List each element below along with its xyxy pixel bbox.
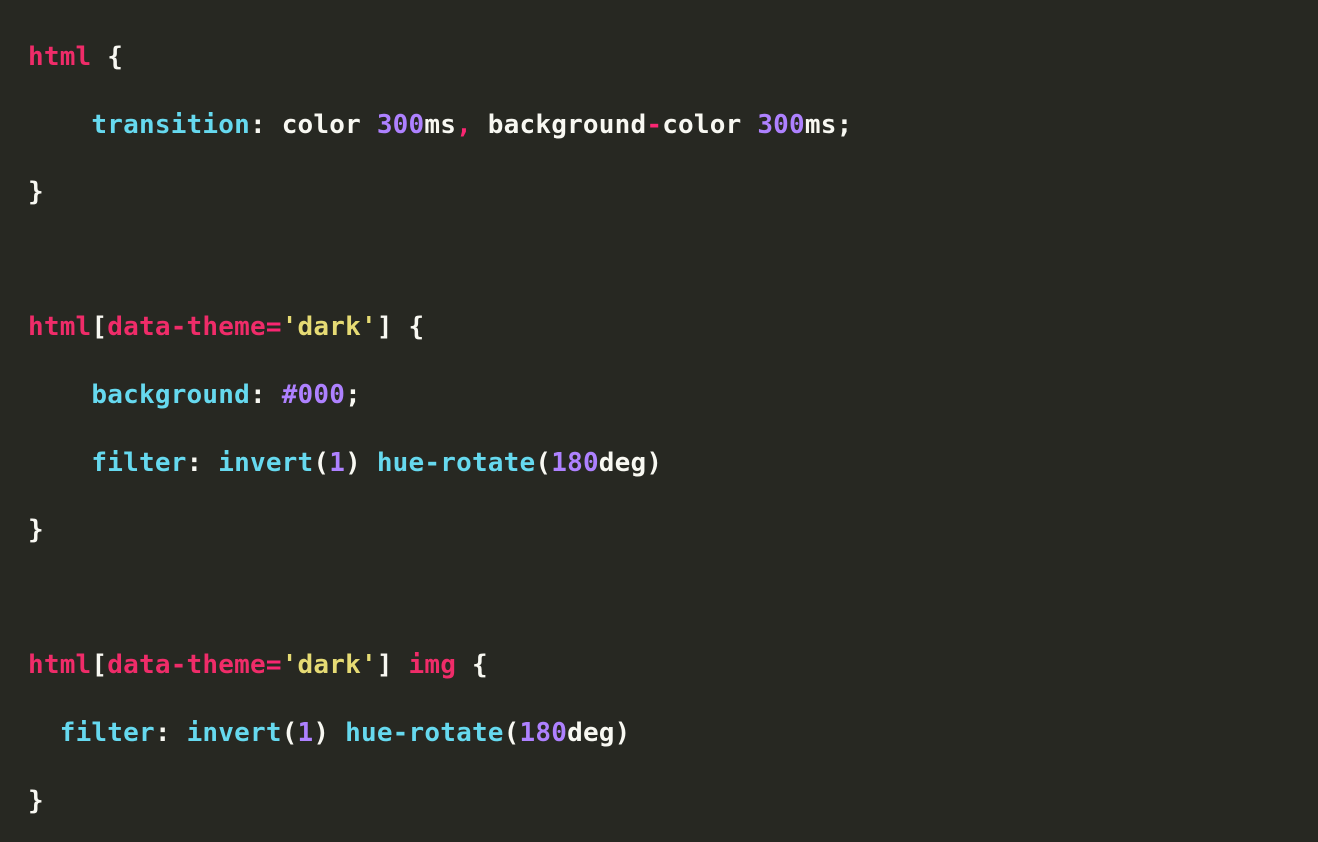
css-declaration: filter: invert(1) hue-rotate(180deg) (28, 448, 662, 478)
css-token-op: = (266, 650, 282, 680)
css-token-number: #000 (282, 380, 345, 410)
open-brace: { (393, 312, 425, 342)
css-token-punc: ( (535, 448, 551, 478)
css-token-plain (361, 448, 377, 478)
css-token-punc: ) (615, 718, 631, 748)
css-token-punc: ( (504, 718, 520, 748)
css-property: background (91, 380, 250, 410)
open-brace: { (91, 42, 123, 72)
css-declaration: background: #000; (28, 380, 361, 410)
css-token-op: = (266, 312, 282, 342)
css-token-plain: deg (567, 718, 615, 748)
open-brace: { (456, 650, 488, 680)
css-property: filter (60, 718, 155, 748)
css-token-punc: [ (91, 312, 107, 342)
css-token-plain: ms (424, 110, 456, 140)
colon: : (250, 110, 266, 140)
close-brace: } (28, 177, 44, 207)
css-token-number: 1 (329, 448, 345, 478)
css-declaration: filter: invert(1) hue-rotate(180deg) (28, 718, 631, 748)
css-token-selector: html (28, 650, 91, 680)
css-token-selector: data-theme (107, 650, 266, 680)
css-token-number: 300 (377, 110, 425, 140)
css-token-selector: html (28, 42, 91, 72)
close-brace: } (28, 786, 44, 816)
css-token-plain: color (282, 110, 377, 140)
css-token-plain: background (472, 110, 646, 140)
close-brace: } (28, 515, 44, 545)
css-declaration: transition: color 300ms, background-colo… (28, 110, 852, 140)
css-selector-line: html { (28, 42, 123, 72)
css-token-plain (329, 718, 345, 748)
semicolon: ; (345, 380, 361, 410)
colon: : (250, 380, 266, 410)
css-token-op: , (456, 110, 472, 140)
colon: : (155, 718, 171, 748)
css-token-selector: img (409, 650, 457, 680)
css-token-number: 300 (757, 110, 805, 140)
css-selector-line: html[data-theme='dark'] { (28, 312, 424, 342)
css-token-punc: [ (91, 650, 107, 680)
css-token-punc: ( (282, 718, 298, 748)
css-property: filter (91, 448, 186, 478)
css-token-func: hue-rotate (345, 718, 504, 748)
css-token-punc: ( (313, 448, 329, 478)
css-token-number: 1 (298, 718, 314, 748)
css-token-string: 'dark' (282, 650, 377, 680)
css-token-punc: ) (313, 718, 329, 748)
css-token-punc: ) (646, 448, 662, 478)
css-token-punc: ] (377, 312, 393, 342)
css-token-plain: deg (599, 448, 647, 478)
css-token-op: - (646, 110, 662, 140)
css-token-punc: ] (377, 650, 393, 680)
css-token-selector: html (28, 312, 91, 342)
css-token-plain: ms (805, 110, 837, 140)
css-token-number: 180 (520, 718, 568, 748)
colon: : (187, 448, 203, 478)
css-token-punc: ) (345, 448, 361, 478)
semicolon: ; (837, 110, 853, 140)
css-property: transition (91, 110, 250, 140)
css-token-func: invert (187, 718, 282, 748)
css-token-func: invert (218, 448, 313, 478)
css-token-number: 180 (551, 448, 599, 478)
css-token-string: 'dark' (282, 312, 377, 342)
css-token-plain: color (662, 110, 757, 140)
css-token-selector: data-theme (107, 312, 266, 342)
code-editor[interactable]: html { transition: color 300ms, backgrou… (0, 0, 1318, 842)
css-token-func: hue-rotate (377, 448, 536, 478)
css-token-plain (393, 650, 409, 680)
css-selector-line: html[data-theme='dark'] img { (28, 650, 488, 680)
